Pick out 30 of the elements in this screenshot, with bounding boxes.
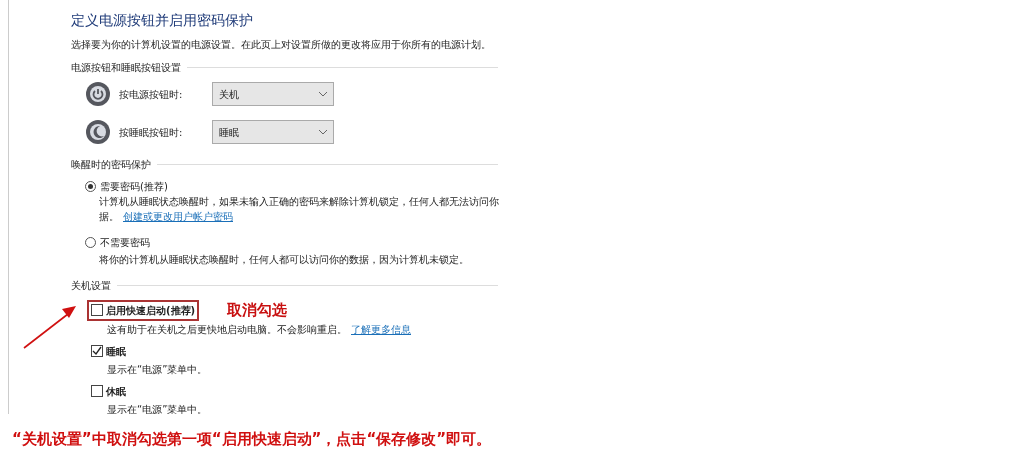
power-icon xyxy=(85,81,111,107)
option-description: 显示在“电源”菜单中。 xyxy=(107,362,208,377)
page-description: 选择要为你的计算机设置的电源设置。在此页上对设置所做的更改将应用于你所有的电源计划。 xyxy=(71,38,492,52)
section-heading: 关机设置 xyxy=(71,279,111,293)
field-label: 按电源按钮时: xyxy=(119,87,184,102)
link[interactable]: 了解更多信息 xyxy=(351,321,411,337)
option-description: 这有助于在关机之后更快地启动电脑。不会影响重启。 xyxy=(107,322,347,337)
dropdown[interactable]: 睡眠 xyxy=(212,120,334,144)
checkbox-option[interactable]: 休眠 xyxy=(87,380,130,402)
option-description: 据。 xyxy=(99,210,119,224)
chevron-down-icon xyxy=(319,129,327,135)
annotation-note: 取消勾选 xyxy=(227,300,288,321)
page-title: 定义电源按钮并启用密码保护 xyxy=(71,11,254,30)
link[interactable]: 创建或更改用户帐户密码 xyxy=(123,209,233,224)
field-label: 按睡眠按钮时: xyxy=(119,125,184,140)
checkmark-icon xyxy=(92,346,102,356)
radio-option[interactable]: 不需要密码 xyxy=(85,235,150,250)
checkbox-option[interactable]: 睡眠 xyxy=(87,340,130,362)
section-heading: 电源按钮和睡眠按钮设置 xyxy=(71,61,181,75)
radio-option[interactable]: 需要密码(推荐) xyxy=(85,179,168,194)
option-description: 显示在“电源”菜单中。 xyxy=(107,402,208,414)
checkbox-option[interactable]: 启用快速启动(推荐) xyxy=(87,299,200,321)
section-heading: 唤醒时的密码保护 xyxy=(71,158,151,172)
moon-icon xyxy=(85,119,111,145)
option-description: 将你的计算机从睡眠状态唤醒时，任何人都可以访问你的数据，因为计算机未锁定。 xyxy=(98,253,470,267)
annotation-caption: “关机设置”中取消勾选第一项“启用快速启动”，点击“保存修改”即可。 xyxy=(11,429,493,450)
annotation-arrow xyxy=(23,306,76,349)
chevron-down-icon xyxy=(319,91,327,97)
dropdown[interactable]: 关机 xyxy=(212,82,334,106)
option-description: 计算机从睡眠状态唤醒时，如果未输入正确的密码来解除计算机锁定，任何人都无法访问你 xyxy=(98,195,500,209)
